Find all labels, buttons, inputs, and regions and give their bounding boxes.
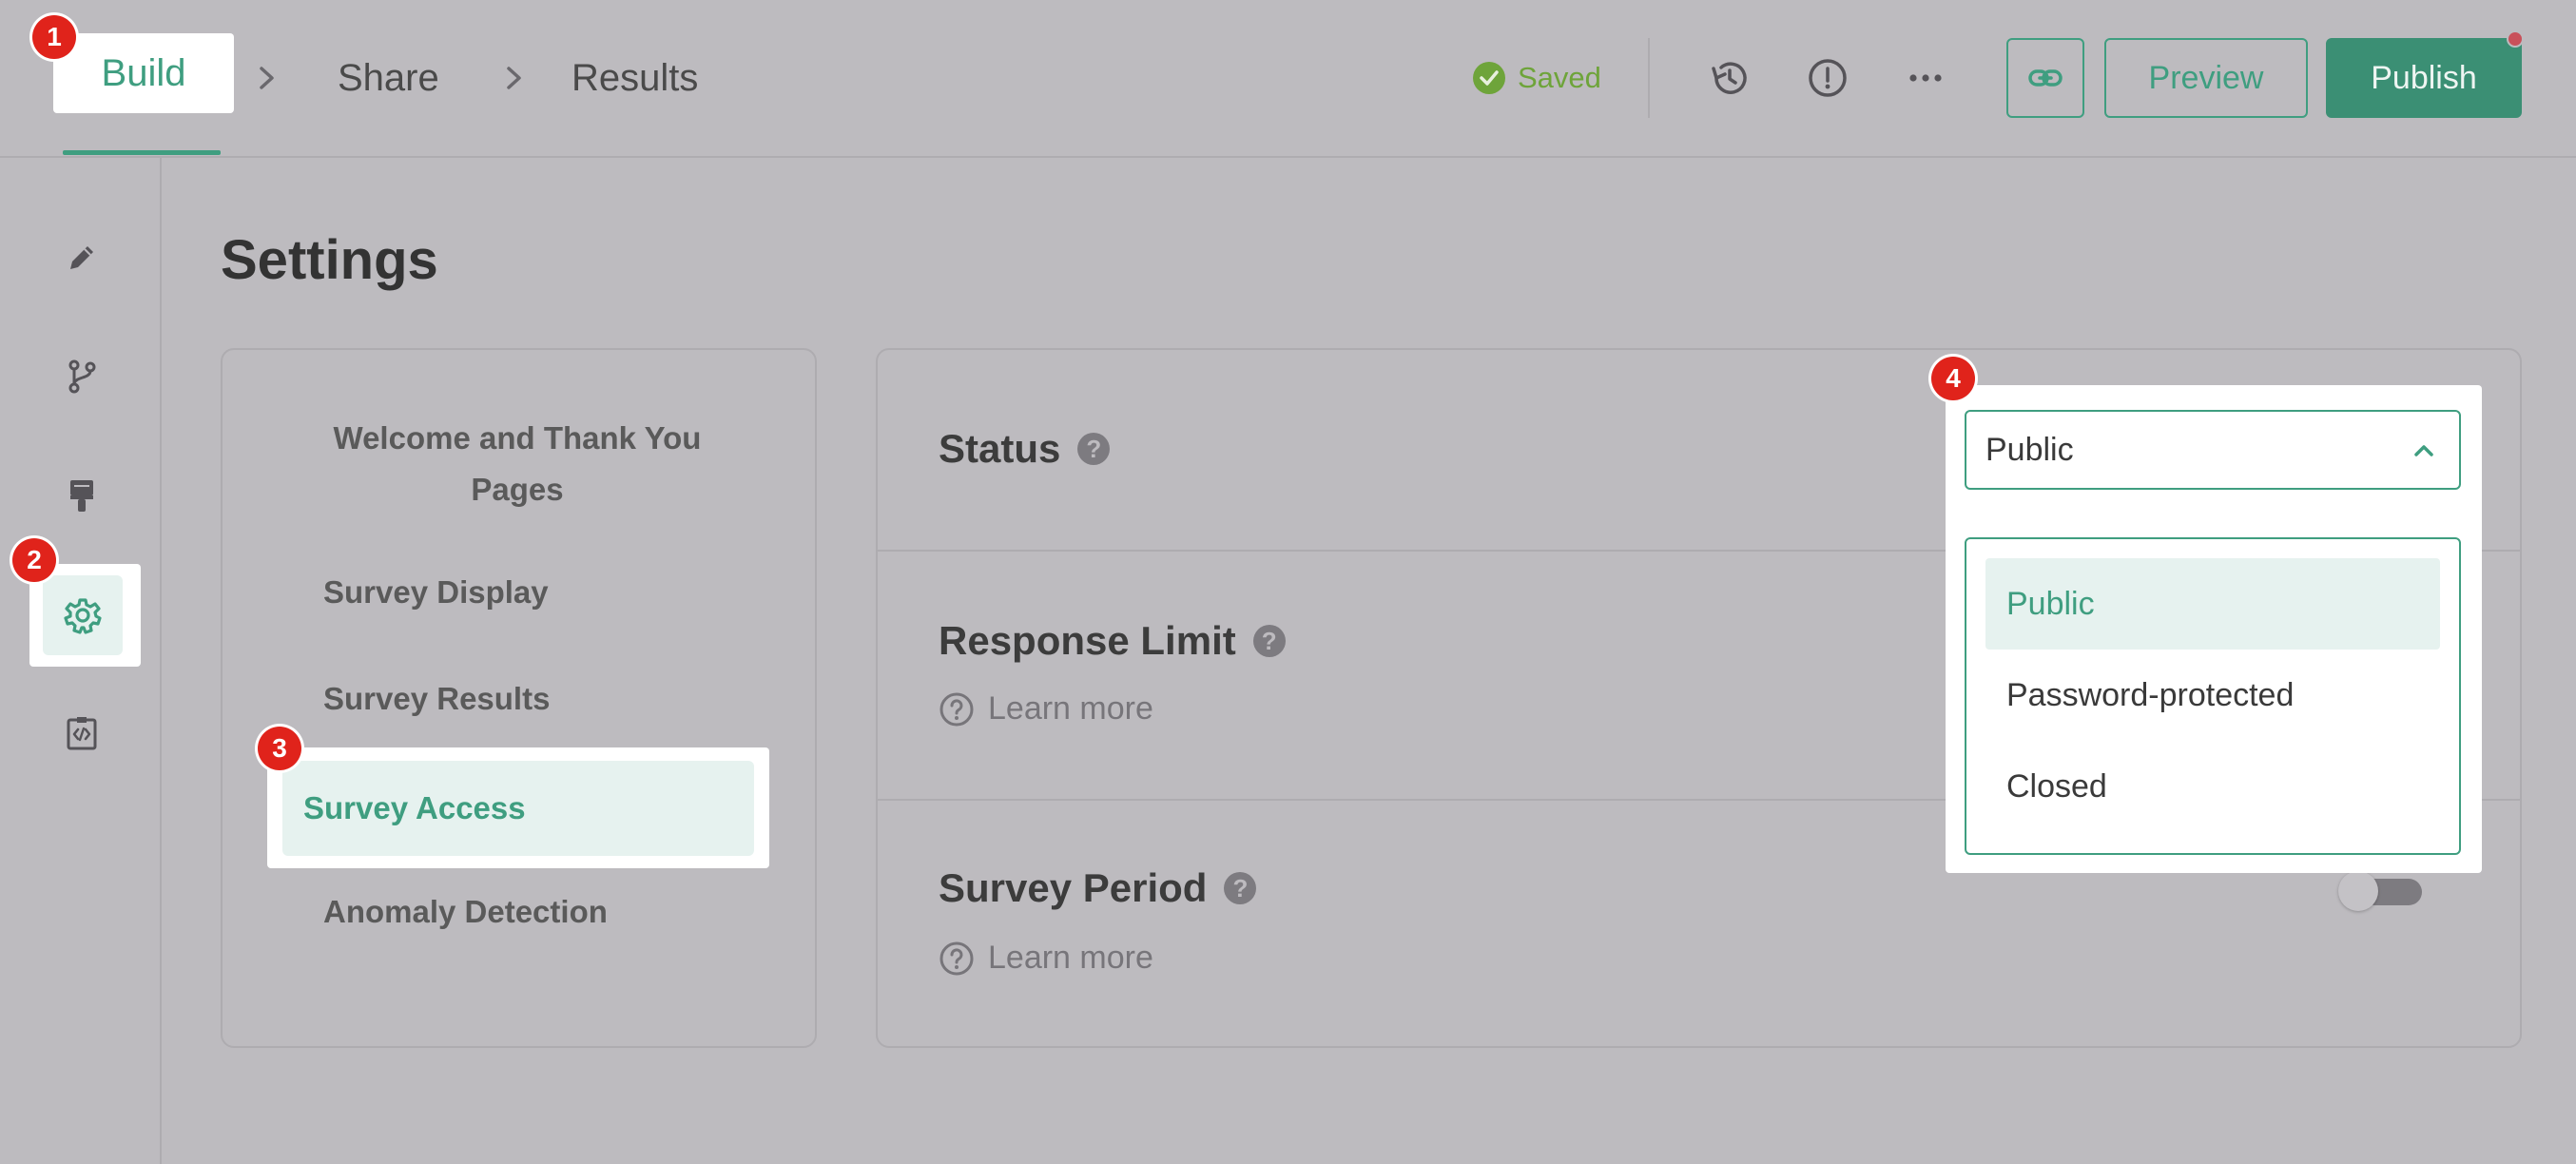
help-icon[interactable]: ? bbox=[1252, 625, 1286, 657]
step-badge-3: 3 bbox=[258, 727, 301, 770]
status-select-value: Public bbox=[1985, 432, 2074, 468]
step-badge-2: 2 bbox=[12, 538, 56, 582]
alert-circle-icon[interactable] bbox=[1803, 53, 1852, 103]
chevron-right-icon bbox=[260, 67, 274, 89]
nav-item-welcome-thank-you[interactable]: Welcome and Thank You Pages bbox=[318, 413, 717, 515]
response-limit-learn-more[interactable]: Learn more bbox=[939, 690, 1153, 728]
history-icon[interactable] bbox=[1705, 53, 1754, 103]
survey-period-learn-more[interactable]: Learn more bbox=[939, 940, 1153, 977]
branch-icon[interactable] bbox=[55, 350, 108, 403]
rail-settings-highlight bbox=[29, 564, 141, 667]
status-dropdown-highlight: Public Public Password-protected Closed bbox=[1946, 385, 2482, 873]
page-title: Settings bbox=[221, 229, 438, 291]
toggle-knob bbox=[2338, 871, 2378, 911]
top-bar: Build Share Results Saved Preview Publis… bbox=[0, 0, 2576, 158]
learn-more-link[interactable]: Learn more bbox=[988, 690, 1153, 728]
saved-label: Saved bbox=[1518, 61, 1601, 94]
nav-item-anomaly-detection[interactable]: Anomaly Detection bbox=[323, 894, 608, 930]
notification-dot bbox=[2507, 30, 2524, 48]
nav-item-survey-results[interactable]: Survey Results bbox=[323, 681, 550, 717]
status-row-label: Status ? bbox=[939, 426, 1111, 472]
chevron-right-icon bbox=[507, 67, 521, 89]
copy-link-button[interactable] bbox=[2006, 38, 2084, 118]
settings-nav-card: Welcome and Thank You Pages Survey Displ… bbox=[221, 348, 817, 1048]
help-icon[interactable]: ? bbox=[1077, 433, 1111, 465]
pencil-icon[interactable] bbox=[55, 231, 108, 284]
publish-button[interactable]: Publish bbox=[2326, 38, 2522, 118]
learn-more-link[interactable]: Learn more bbox=[988, 940, 1153, 977]
status-option-public[interactable]: Public bbox=[1985, 558, 2440, 650]
code-icon[interactable] bbox=[55, 707, 108, 760]
survey-period-row-label: Survey Period ? bbox=[939, 865, 1257, 911]
more-horizontal-icon[interactable] bbox=[1901, 53, 1950, 103]
nav-access-highlight: Survey Access bbox=[267, 747, 769, 868]
status-option-closed[interactable]: Closed bbox=[1985, 741, 2440, 832]
nav-item-survey-display[interactable]: Survey Display bbox=[323, 574, 549, 611]
link-icon bbox=[2028, 69, 2063, 87]
breadcrumb-results[interactable]: Results bbox=[571, 48, 698, 108]
response-limit-label: Response Limit bbox=[939, 618, 1236, 663]
status-option-password-protected[interactable]: Password-protected bbox=[1985, 650, 2440, 741]
saved-status: Saved bbox=[1472, 59, 1601, 97]
survey-period-toggle[interactable] bbox=[2338, 871, 2430, 911]
check-circle-icon bbox=[1473, 62, 1505, 94]
status-select[interactable]: Public bbox=[1965, 410, 2461, 490]
survey-period-label: Survey Period bbox=[939, 865, 1208, 910]
header-divider bbox=[1648, 38, 1650, 118]
step-badge-4: 4 bbox=[1931, 357, 1975, 400]
status-label: Status bbox=[939, 426, 1061, 471]
step-badge-1: 1 bbox=[32, 15, 76, 59]
status-options-list: Public Password-protected Closed bbox=[1965, 537, 2461, 855]
active-tab-underline bbox=[63, 150, 221, 155]
paint-brush-icon[interactable] bbox=[55, 469, 108, 522]
nav-item-survey-access[interactable]: Survey Access bbox=[282, 761, 754, 856]
breadcrumb-build[interactable]: Build bbox=[53, 33, 234, 113]
help-icon[interactable]: ? bbox=[1224, 872, 1257, 904]
chevron-up-icon bbox=[2414, 445, 2433, 456]
preview-button[interactable]: Preview bbox=[2104, 38, 2308, 118]
response-limit-row-label: Response Limit ? bbox=[939, 618, 1286, 664]
question-circle-icon bbox=[939, 941, 974, 975]
question-circle-icon bbox=[939, 692, 974, 726]
breadcrumb-share[interactable]: Share bbox=[338, 48, 439, 108]
gear-icon[interactable] bbox=[43, 575, 123, 655]
